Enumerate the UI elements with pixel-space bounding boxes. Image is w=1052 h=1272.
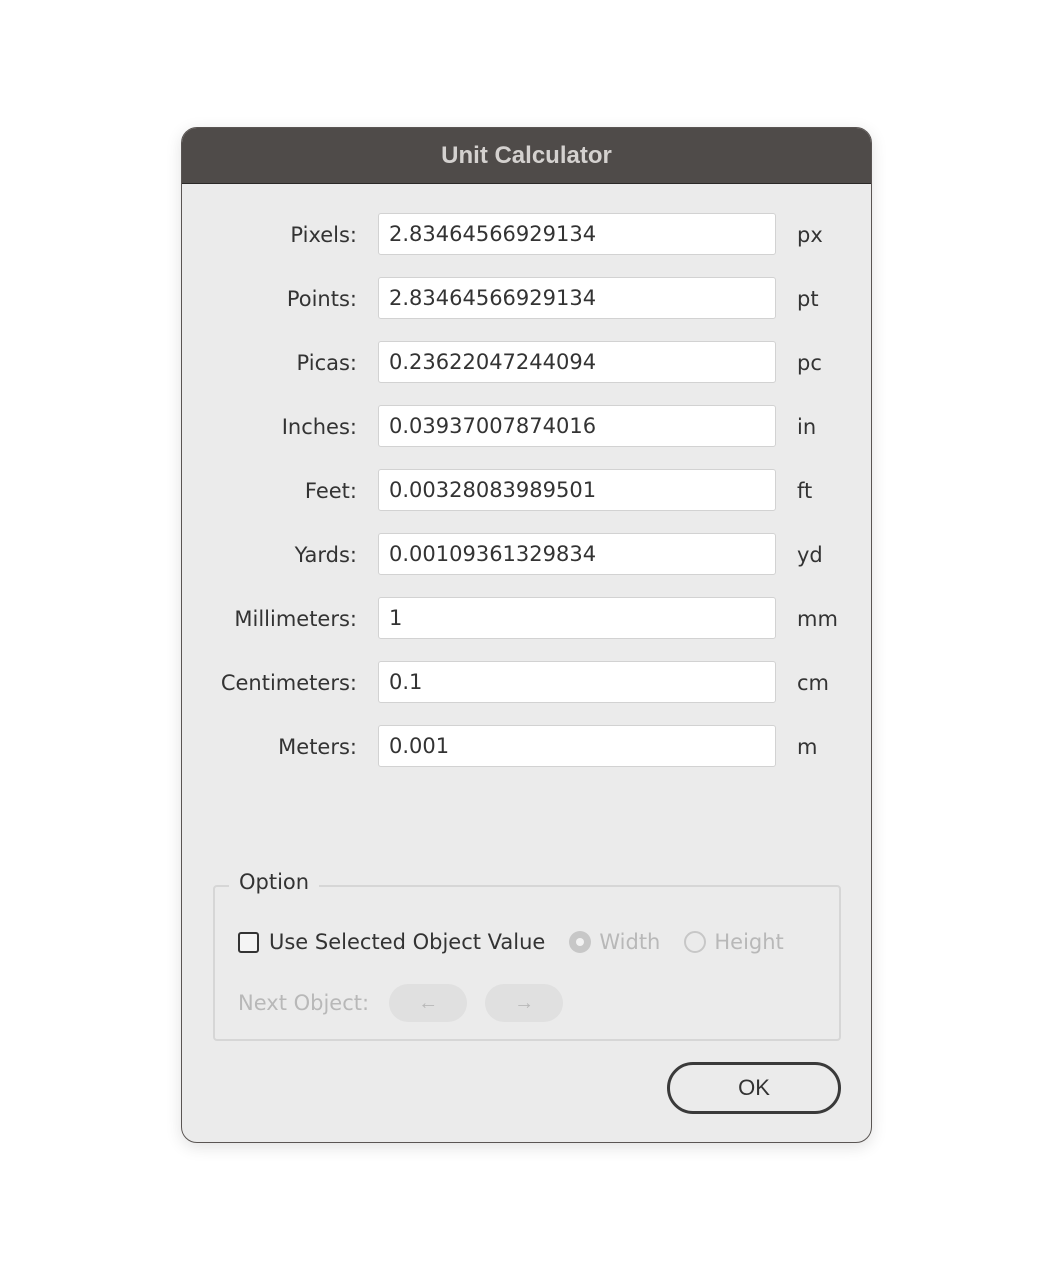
- use-selected-row: Use Selected Object Value Width Height: [238, 927, 784, 957]
- width-label: Width: [599, 930, 661, 954]
- picas-unit: pc: [797, 351, 822, 375]
- next-object-button[interactable]: →: [485, 984, 564, 1022]
- height-label: Height: [714, 930, 784, 954]
- feet-unit: ft: [797, 479, 813, 503]
- title-bar[interactable]: Unit Calculator: [182, 128, 871, 184]
- pixels-row: Pixels: px: [182, 213, 871, 257]
- inches-unit: in: [797, 415, 817, 439]
- meters-label: Meters:: [278, 735, 357, 759]
- radio-unselected-icon: [684, 931, 707, 953]
- next-object-label: Next Object:: [238, 991, 370, 1015]
- points-unit: pt: [797, 287, 819, 311]
- centimeters-label: Centimeters:: [220, 671, 357, 695]
- next-object-row: Next Object: ← →: [238, 983, 581, 1023]
- inches-row: Inches: in: [182, 405, 871, 449]
- millimeters-unit: mm: [797, 607, 838, 631]
- picas-input[interactable]: [378, 341, 776, 383]
- unit-calculator-dialog: Unit Calculator Pixels: px Points: pt Pi…: [181, 127, 872, 1143]
- picas-label: Picas:: [296, 351, 357, 375]
- picas-row: Picas: pc: [182, 341, 871, 385]
- inches-label: Inches:: [281, 415, 357, 439]
- yards-unit: yd: [797, 543, 823, 567]
- points-label: Points:: [286, 287, 357, 311]
- centimeters-row: Centimeters: cm: [182, 661, 871, 705]
- use-selected-checkbox[interactable]: [238, 931, 259, 953]
- millimeters-label: Millimeters:: [234, 607, 357, 631]
- option-group: Option Use Selected Object Value Width H…: [213, 870, 841, 1041]
- pixels-label: Pixels:: [290, 223, 357, 247]
- arrow-right-icon: →: [514, 991, 535, 1014]
- millimeters-row: Millimeters: mm: [182, 597, 871, 641]
- inches-input[interactable]: [378, 405, 776, 447]
- radio-selected-icon: [569, 931, 592, 953]
- arrow-left-icon: ←: [418, 991, 439, 1014]
- points-row: Points: pt: [182, 277, 871, 321]
- centimeters-unit: cm: [797, 671, 830, 695]
- width-radio[interactable]: Width: [569, 930, 660, 954]
- yards-label: Yards:: [294, 543, 357, 567]
- yards-input[interactable]: [378, 533, 776, 575]
- meters-unit: m: [797, 735, 818, 759]
- option-legend: Option: [229, 870, 320, 894]
- millimeters-input[interactable]: [378, 597, 776, 639]
- ok-button[interactable]: OK: [667, 1062, 841, 1114]
- use-selected-label[interactable]: Use Selected Object Value: [269, 930, 545, 954]
- points-input[interactable]: [378, 277, 776, 319]
- centimeters-input[interactable]: [378, 661, 776, 703]
- height-radio[interactable]: Height: [684, 930, 784, 954]
- pixels-input[interactable]: [378, 213, 776, 255]
- meters-row: Meters: m: [182, 725, 871, 769]
- feet-input[interactable]: [378, 469, 776, 511]
- yards-row: Yards: yd: [182, 533, 871, 577]
- previous-object-button[interactable]: ←: [389, 984, 468, 1022]
- meters-input[interactable]: [378, 725, 776, 767]
- feet-label: Feet:: [304, 479, 357, 503]
- feet-row: Feet: ft: [182, 469, 871, 513]
- dialog-title: Unit Calculator: [441, 141, 612, 169]
- pixels-unit: px: [797, 223, 823, 247]
